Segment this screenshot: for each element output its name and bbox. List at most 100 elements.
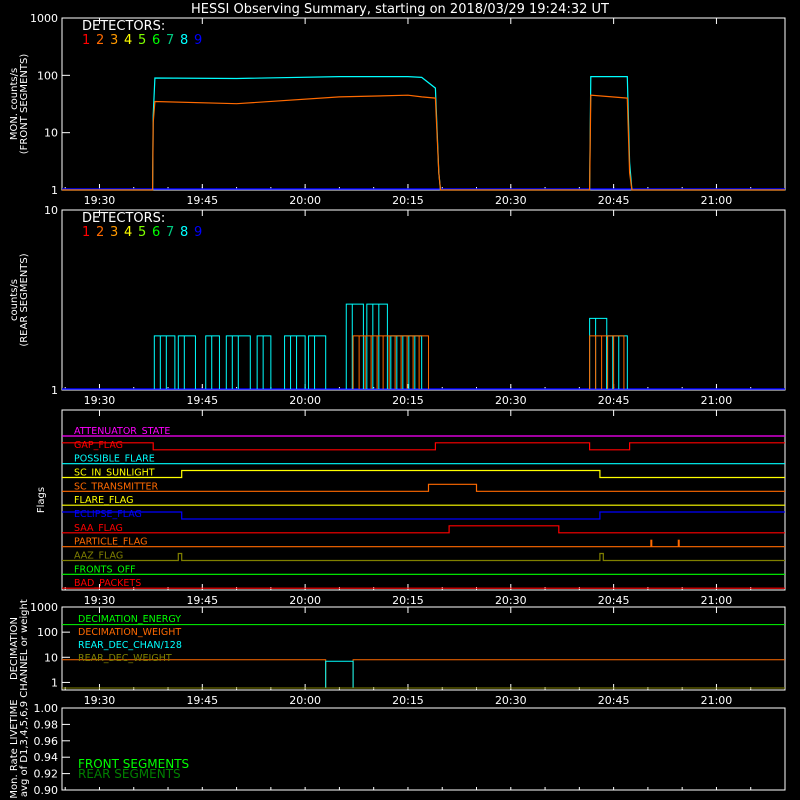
rear-series-0-block bbox=[284, 335, 306, 389]
front-series-1 bbox=[62, 94, 785, 191]
rear-y-tick-label: 1 bbox=[51, 384, 58, 397]
front-detectors-label: DETECTORS: bbox=[82, 19, 165, 34]
dec-x-tick-label: 20:00 bbox=[289, 694, 321, 707]
flag-line-sc_in_sunlight bbox=[62, 469, 785, 479]
flag-label-aaz_flag: AAZ_FLAG bbox=[74, 551, 123, 562]
rear-series-0-block bbox=[153, 335, 176, 389]
rear-series-0-block bbox=[256, 335, 272, 389]
rear-ylabel: (REAR SEGMENTS) bbox=[19, 253, 30, 346]
live-legend-1: REAR SEGMENTS bbox=[78, 767, 181, 781]
rear-detector-3: 3 bbox=[110, 225, 118, 240]
live-ylabel: avg of D1,3,4,5,6,9 bbox=[19, 701, 30, 797]
front-x-tick-label: 20:00 bbox=[289, 194, 321, 207]
flag-label-sc_in_sunlight: SC_IN_SUNLIGHT bbox=[74, 468, 155, 479]
rear-series-0-block bbox=[308, 335, 327, 389]
front-detector-8: 8 bbox=[180, 33, 188, 48]
rear-detector-5: 5 bbox=[138, 225, 146, 240]
rear-detector-1: 1 bbox=[82, 225, 90, 240]
rear-detector-7: 7 bbox=[166, 225, 174, 240]
flag-label-possible_flare: POSSIBLE_FLARE bbox=[74, 454, 155, 465]
flag-line-eclipse_flag bbox=[62, 511, 785, 520]
rear-detector-8: 8 bbox=[180, 225, 188, 240]
dec-x-tick-label: 19:45 bbox=[186, 694, 218, 707]
flag-label-bad_packets: BAD_PACKETS bbox=[74, 578, 141, 589]
rear-detector-4: 4 bbox=[124, 225, 132, 240]
flag-label-fronts_off: FRONTS_OFF bbox=[74, 564, 136, 575]
dec-x-tick-label: 20:30 bbox=[495, 694, 527, 707]
rear-x-tick-label: 21:00 bbox=[701, 394, 733, 407]
dec-legend-1: DECIMATION_WEIGHT bbox=[78, 627, 181, 638]
dec-y-tick-label: 100 bbox=[37, 626, 58, 639]
rear-x-tick-label: 19:45 bbox=[186, 394, 218, 407]
rear-detector-2: 2 bbox=[96, 225, 104, 240]
flag-label-attenuator_state: ATTENUATOR_STATE bbox=[74, 426, 170, 437]
live-y-tick-label: 0.96 bbox=[34, 735, 59, 748]
chart-canvas: HESSI Observing Summary, starting on 201… bbox=[9, 2, 786, 799]
front-x-tick-label: 20:15 bbox=[392, 194, 424, 207]
flag-label-eclipse_flag: ECLIPSE_FLAG bbox=[74, 509, 142, 520]
rear-detectors-label: DETECTORS: bbox=[82, 211, 165, 226]
front-detector-2: 2 bbox=[96, 33, 104, 48]
live-y-tick-label: 0.92 bbox=[34, 768, 59, 781]
flag-label-sc_transmitter: SC_TRANSMITTER bbox=[74, 481, 159, 492]
front-x-tick-label: 20:30 bbox=[495, 194, 527, 207]
flags-x-tick-label: 19:45 bbox=[186, 594, 218, 607]
front-ylabel: (FRONT SEGMENTS) bbox=[19, 54, 30, 155]
rear-series-0-block bbox=[345, 303, 364, 389]
rear-detector-6: 6 bbox=[152, 225, 160, 240]
dec-y-tick-label: 1000 bbox=[30, 601, 58, 614]
front-y-tick-label: 1000 bbox=[30, 12, 58, 25]
flags-x-tick-label: 20:15 bbox=[392, 594, 424, 607]
dec-series-2 bbox=[62, 660, 785, 689]
rear-x-tick-label: 20:30 bbox=[495, 394, 527, 407]
rear-series-0-block bbox=[177, 335, 196, 389]
rear-x-tick-label: 20:00 bbox=[289, 394, 321, 407]
flag-label-particle_flag: PARTICLE_FLAG bbox=[74, 537, 147, 548]
rear-series-0-block bbox=[225, 335, 251, 389]
front-x-tick-label: 21:00 bbox=[701, 194, 733, 207]
front-x-tick-label: 19:45 bbox=[186, 194, 218, 207]
front-y-tick-label: 10 bbox=[44, 127, 58, 140]
rear-y-tick-label: 10 bbox=[44, 204, 58, 217]
flag-line-aaz_flag bbox=[62, 552, 785, 562]
dec-ylabel: CHANNEL or weight bbox=[19, 599, 30, 698]
front-detector-4: 4 bbox=[124, 33, 132, 48]
dec-legend-0: DECIMATION_ENERGY bbox=[78, 614, 181, 625]
dec-x-tick-label: 19:30 bbox=[84, 694, 116, 707]
flags-frame bbox=[61, 409, 786, 591]
front-detector-9: 9 bbox=[194, 33, 202, 48]
rear-detector-9: 9 bbox=[194, 225, 202, 240]
flag-label-saa_flag: SAA_FLAG bbox=[74, 523, 123, 534]
flags-x-tick-label: 21:00 bbox=[701, 594, 733, 607]
front-x-tick-label: 20:45 bbox=[598, 194, 630, 207]
plot-title: HESSI Observing Summary, starting on 201… bbox=[191, 2, 609, 17]
live-y-tick-label: 1.00 bbox=[34, 702, 59, 715]
dec-x-tick-label: 20:45 bbox=[598, 694, 630, 707]
rear-series-0-block bbox=[589, 317, 608, 389]
flags-x-tick-label: 19:30 bbox=[84, 594, 116, 607]
front-y-tick-label: 1 bbox=[51, 184, 58, 197]
front-detector-5: 5 bbox=[138, 33, 146, 48]
dec-x-tick-label: 20:15 bbox=[392, 694, 424, 707]
rear-x-tick-label: 20:45 bbox=[598, 394, 630, 407]
dec-y-tick-label: 10 bbox=[44, 651, 58, 664]
flag-label-flare_flag: FLARE_FLAG bbox=[74, 495, 134, 506]
front-y-tick-label: 100 bbox=[37, 69, 58, 82]
live-y-tick-label: 0.90 bbox=[34, 784, 59, 797]
flag-line-gap_flag bbox=[62, 442, 785, 451]
flag-line-saa_flag bbox=[62, 525, 785, 534]
live-y-tick-label: 0.98 bbox=[34, 718, 59, 731]
rear-series-0-block bbox=[205, 335, 220, 389]
flags-x-tick-label: 20:30 bbox=[495, 594, 527, 607]
front-detector-7: 7 bbox=[166, 33, 174, 48]
live-y-tick-label: 0.94 bbox=[34, 751, 59, 764]
flags-x-tick-label: 20:00 bbox=[289, 594, 321, 607]
rear-x-tick-label: 20:15 bbox=[392, 394, 424, 407]
dec-legend-3: REAR_DEC_WEIGHT bbox=[78, 653, 172, 664]
dec-legend-2: REAR_DEC_CHAN/128 bbox=[78, 640, 182, 651]
flag-label-gap_flag: GAP_FLAG bbox=[74, 440, 123, 451]
flag-line-sc_transmitter bbox=[62, 483, 785, 492]
dec-x-tick-label: 21:00 bbox=[701, 694, 733, 707]
flags-x-tick-label: 20:45 bbox=[598, 594, 630, 607]
front-series-0 bbox=[62, 76, 785, 191]
